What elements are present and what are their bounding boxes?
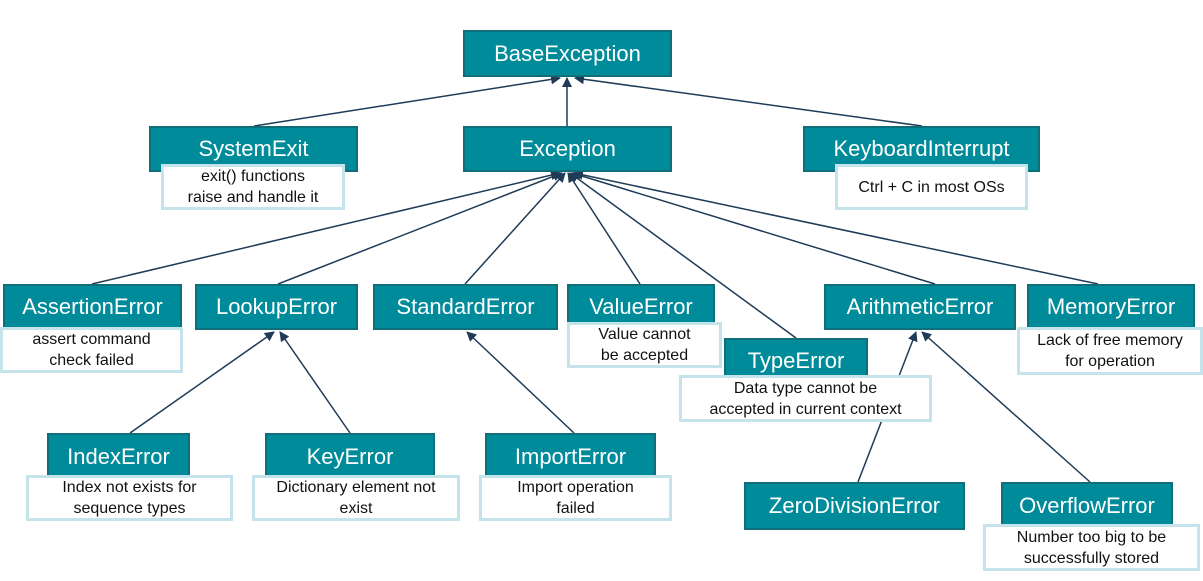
note-AssertionError: assert command check failed bbox=[0, 327, 183, 373]
note-KeyError: Dictionary element not exist bbox=[252, 475, 460, 521]
note-SystemExit: exit() functions raise and handle it bbox=[161, 164, 345, 210]
node-IndexError: IndexError bbox=[47, 433, 190, 480]
edge-KeyError-to-LookupError bbox=[279, 331, 351, 434]
node-ZeroDivisionError: ZeroDivisionError bbox=[744, 482, 965, 530]
node-BaseException: BaseException bbox=[463, 30, 672, 77]
edge-ImportError-to-StandardError bbox=[466, 331, 575, 434]
edge-ValueError-to-Exception bbox=[567, 172, 641, 285]
note-TypeError: Data type cannot be accepted in current … bbox=[679, 375, 932, 422]
node-LookupError: LookupError bbox=[195, 284, 358, 330]
node-AssertionError: AssertionError bbox=[3, 284, 182, 330]
edge-SystemExit-to-BaseException bbox=[253, 74, 561, 127]
node-KeyError: KeyError bbox=[265, 433, 435, 480]
node-MemoryError: MemoryError bbox=[1027, 284, 1195, 330]
note-MemoryError: Lack of free memory for operation bbox=[1017, 327, 1203, 375]
note-OverflowError: Number too big to be successfully stored bbox=[983, 524, 1200, 571]
node-StandardError: StandardError bbox=[373, 284, 558, 330]
edge-StandardError-to-Exception bbox=[464, 172, 566, 285]
note-IndexError: Index not exists for sequence types bbox=[26, 475, 233, 521]
node-ImportError: ImportError bbox=[485, 433, 656, 480]
edge-KeyboardInterrupt-to-BaseException bbox=[574, 74, 923, 127]
note-KeyboardInterrupt: Ctrl + C in most OSs bbox=[835, 164, 1028, 210]
node-Exception: Exception bbox=[463, 126, 672, 172]
note-ImportError: Import operation failed bbox=[479, 475, 672, 521]
note-ValueError: Value cannot be accepted bbox=[567, 322, 722, 368]
node-OverflowError: OverflowError bbox=[1001, 482, 1173, 530]
node-ArithmeticError: ArithmeticError bbox=[824, 284, 1016, 330]
